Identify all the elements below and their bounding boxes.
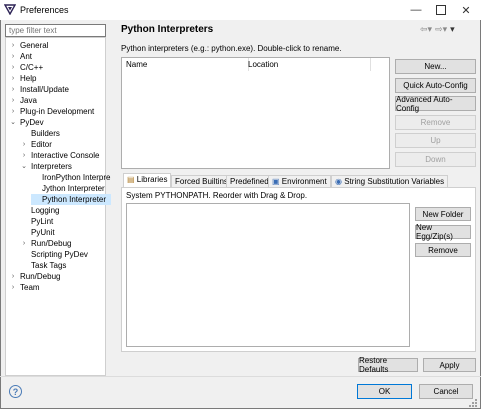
tree-item-label: Ant xyxy=(20,52,33,61)
minimize-button[interactable]: — xyxy=(403,0,429,20)
tab-label: Environment xyxy=(281,177,327,186)
tab-label: Predefined xyxy=(230,177,269,186)
tree-item-label: PyLint xyxy=(31,217,54,226)
maximize-button[interactable] xyxy=(428,0,454,20)
chevron-right-icon[interactable]: › xyxy=(9,106,17,117)
minimize-icon: — xyxy=(410,4,422,16)
column-header-location[interactable]: Location xyxy=(244,58,371,71)
tree-item-label: Team xyxy=(20,283,40,292)
chevron-down-icon[interactable]: ⌄ xyxy=(20,161,28,172)
remove-interpreter-button[interactable]: Remove xyxy=(395,115,476,130)
chevron-right-icon[interactable]: › xyxy=(9,282,17,293)
tree-item-label: Scripting PyDev xyxy=(31,250,88,259)
chevron-right-icon[interactable]: › xyxy=(20,150,28,161)
resize-grip-icon[interactable] xyxy=(466,396,478,408)
tab-label: Libraries xyxy=(136,175,168,184)
chevron-right-icon[interactable]: › xyxy=(20,139,28,150)
new-folder-button[interactable]: New Folder xyxy=(415,207,471,221)
tree-item-label: PyDev xyxy=(20,118,44,127)
tree-item-label: Interactive Console xyxy=(31,151,100,160)
footer-separator xyxy=(0,376,481,377)
filter-input[interactable] xyxy=(5,24,106,37)
chevron-right-icon[interactable]: › xyxy=(9,51,17,62)
page-navigation: ⇦▾ ⇨▾ ▾ xyxy=(420,24,476,36)
tab-forced-builtins[interactable]: Forced Builtins xyxy=(171,175,232,187)
view-menu-icon[interactable]: ▾ xyxy=(450,24,455,36)
books-icon: ▤ xyxy=(127,175,135,184)
tree-item-label: Python Interpreter xyxy=(42,195,107,204)
tab-label: Forced Builtins xyxy=(175,177,228,186)
interpreters-table[interactable]: Name Location xyxy=(121,57,390,169)
advanced-auto-config-button[interactable]: Advanced Auto-Config xyxy=(395,95,476,113)
chevron-right-icon[interactable]: › xyxy=(9,73,17,84)
tree-item-label: Editor xyxy=(31,140,52,149)
tree-item-label: Builders xyxy=(31,129,60,138)
tree-item[interactable]: Python Interpreter xyxy=(31,194,111,205)
close-button[interactable]: ✕ xyxy=(453,0,479,20)
new-egg-zip-button[interactable]: New Egg/Zip(s) xyxy=(415,223,471,241)
tree-item-label: Interpreters xyxy=(31,162,72,171)
tree-item-label: Logging xyxy=(31,206,60,215)
title-bar: Preferences — ✕ xyxy=(0,0,481,20)
quick-auto-config-button[interactable]: Quick Auto-Config xyxy=(395,78,476,93)
tree-item-label: Help xyxy=(20,74,37,83)
tree-item-label: Jython Interpreter xyxy=(42,184,105,193)
ok-button[interactable]: OK xyxy=(357,384,412,399)
maximize-icon xyxy=(436,5,446,15)
chevron-right-icon[interactable]: › xyxy=(9,271,17,282)
tree-item-label: General xyxy=(20,41,49,50)
tab-predefined[interactable]: Predefined xyxy=(226,175,273,187)
remove-path-button[interactable]: Remove xyxy=(415,243,471,257)
chevron-right-icon[interactable]: › xyxy=(9,40,17,51)
column-header-name[interactable]: Name xyxy=(122,58,249,71)
tab-string-substitution[interactable]: ◉ String Substitution Variables xyxy=(331,175,449,187)
chevron-right-icon[interactable]: › xyxy=(9,84,17,95)
tab-environment[interactable]: ▣ Environment xyxy=(268,175,331,187)
tree-item-label: C/C++ xyxy=(20,63,44,72)
eclipse-app-icon xyxy=(4,4,16,15)
close-icon: ✕ xyxy=(461,4,471,17)
interpreters-description: Python interpreters (e.g.: python.exe). … xyxy=(121,44,342,53)
tree-item-label: PyUnit xyxy=(31,228,55,237)
apply-button[interactable]: Apply xyxy=(423,358,476,372)
restore-defaults-button[interactable]: Restore Defaults xyxy=(358,356,418,374)
tab-label: String Substitution Variables xyxy=(344,177,445,186)
help-icon[interactable]: ? xyxy=(9,385,22,398)
chevron-right-icon[interactable]: › xyxy=(20,238,28,249)
variables-icon: ◉ xyxy=(335,177,342,186)
down-button[interactable]: Down xyxy=(395,152,476,167)
tab-libraries[interactable]: ▤ Libraries xyxy=(123,173,172,187)
up-button[interactable]: Up xyxy=(395,133,476,148)
tree-item-label: Run/Debug xyxy=(31,239,72,248)
window-title: Preferences xyxy=(20,5,69,15)
back-arrow-icon[interactable]: ⇦▾ xyxy=(420,24,432,36)
chevron-right-icon[interactable]: › xyxy=(9,62,17,73)
new-interpreter-button[interactable]: New... xyxy=(395,59,476,74)
tree-item-label: Plug-in Development xyxy=(20,107,95,116)
environment-icon: ▣ xyxy=(272,177,280,186)
tree-item-label: Task Tags xyxy=(31,261,67,270)
cancel-button[interactable]: Cancel xyxy=(419,384,473,399)
page-title: Python Interpreters xyxy=(121,24,214,35)
pythonpath-list[interactable] xyxy=(126,203,410,347)
preference-tree[interactable]: › General › Ant › C/C++ › Help › Install/Update › J… xyxy=(5,37,111,376)
chevron-right-icon[interactable]: › xyxy=(9,95,17,106)
tree-item-label: Java xyxy=(20,96,37,105)
chevron-down-icon[interactable]: ⌄ xyxy=(9,117,17,128)
pythonpath-caption: System PYTHONPATH. Reorder with Drag & D… xyxy=(126,191,308,200)
tree-item-label: Install/Update xyxy=(20,85,69,94)
tree-item-label: Run/Debug xyxy=(20,272,61,281)
tree-item-label: IronPython Interpre xyxy=(42,173,111,182)
forward-arrow-icon[interactable]: ⇨▾ xyxy=(435,24,447,36)
